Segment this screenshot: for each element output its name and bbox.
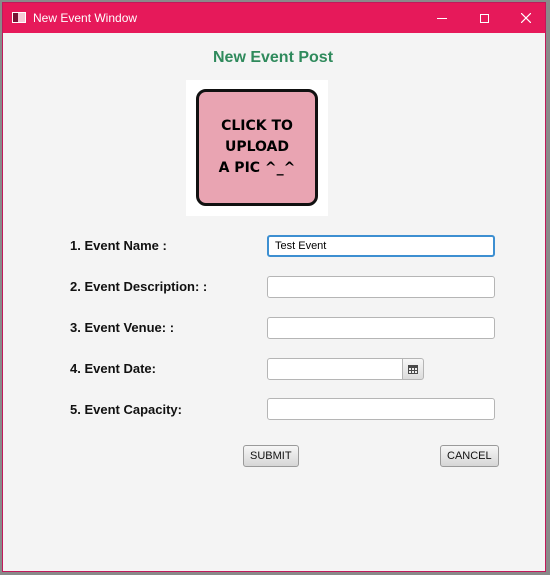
event-description-label: 2. Event Description: : xyxy=(70,279,208,294)
date-picker-button[interactable] xyxy=(402,358,424,380)
maximize-icon xyxy=(479,13,489,23)
upload-picture-button[interactable]: CLICK TO UPLOAD A PIC ^_^ xyxy=(196,89,318,206)
minimize-icon xyxy=(437,17,447,19)
cancel-button[interactable]: CANCEL xyxy=(440,445,499,467)
close-icon xyxy=(521,13,531,23)
new-event-window: New Event Window New Event Post CLICK TO… xyxy=(2,2,546,572)
event-venue-input[interactable] xyxy=(267,317,495,339)
page-title: New Event Post xyxy=(212,49,334,66)
event-capacity-label: 5. Event Capacity: xyxy=(70,402,182,417)
window-title: New Event Window xyxy=(33,11,138,25)
submit-button[interactable]: SUBMIT xyxy=(243,445,299,467)
upload-button-label: CLICK TO UPLOAD A PIC ^_^ xyxy=(218,118,296,176)
maximize-button[interactable] xyxy=(463,3,505,33)
calendar-icon xyxy=(408,364,418,374)
app-window-icon xyxy=(12,12,26,23)
event-date-input[interactable] xyxy=(267,358,403,380)
event-capacity-input[interactable] xyxy=(267,398,495,420)
event-date-label: 4. Event Date: xyxy=(70,361,156,376)
close-button[interactable] xyxy=(505,3,547,33)
event-name-input[interactable] xyxy=(267,235,495,257)
event-name-label: 1. Event Name : xyxy=(70,238,167,253)
title-bar[interactable]: New Event Window xyxy=(3,3,545,33)
event-description-input[interactable] xyxy=(267,276,495,298)
event-venue-label: 3. Event Venue: : xyxy=(70,320,175,335)
upload-image-frame: CLICK TO UPLOAD A PIC ^_^ xyxy=(186,80,328,216)
minimize-button[interactable] xyxy=(421,3,463,33)
